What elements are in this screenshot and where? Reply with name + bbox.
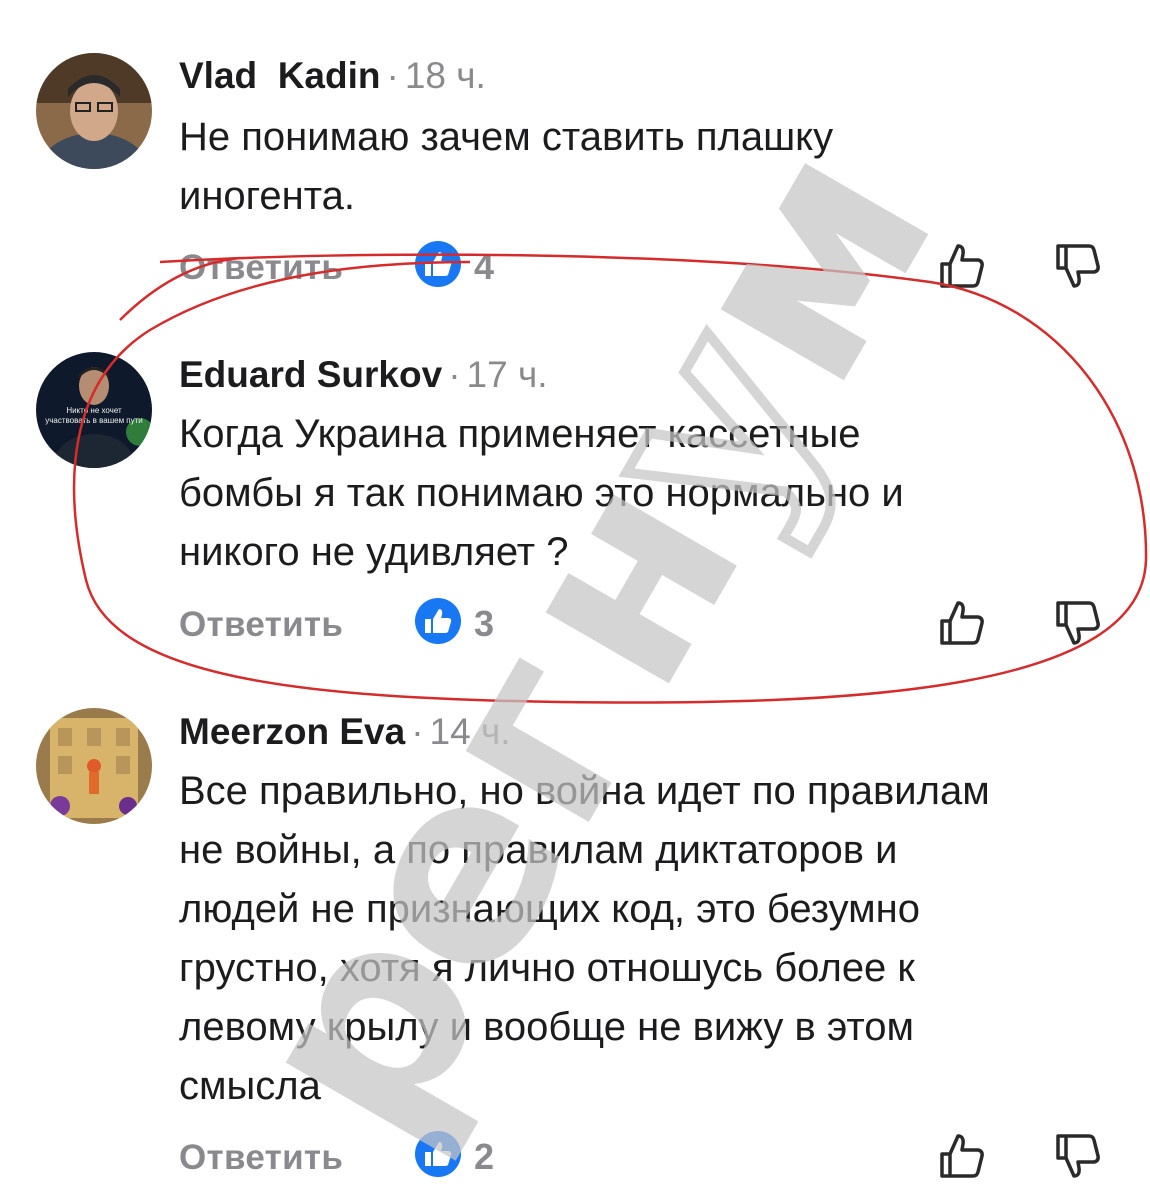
author-name[interactable]: Meerzon Eva	[179, 711, 405, 752]
comment-line: Не понимаю зачем ставить плашку	[179, 115, 834, 159]
separator: ·	[448, 354, 461, 395]
thumbs-up-outline-icon[interactable]	[936, 240, 988, 292]
comment-line: не войны, а по правилам диктаторов и	[179, 828, 898, 872]
comment-header: Meerzon Eva · 14 ч.	[179, 711, 511, 753]
comment-line: смысла	[179, 1064, 321, 1108]
thumbs-down-outline-icon[interactable]	[1052, 597, 1104, 649]
comment-actions: Ответить 3	[0, 597, 1150, 657]
like-count: 3	[474, 603, 495, 644]
reply-button[interactable]: Ответить	[179, 1138, 343, 1178]
avatar[interactable]	[36, 708, 152, 824]
comment-text: Когда Украина применяет кассетные бомбы …	[179, 405, 1119, 582]
comment-line: людей не признающих код, это безумно	[179, 887, 920, 931]
author-name[interactable]: Eduard Surkov	[179, 354, 442, 395]
comment-header: Vlad Kadin · 18 ч.	[179, 55, 486, 97]
thumbs-down-outline-icon[interactable]	[1052, 1130, 1104, 1182]
comment-line: Когда Украина применяет кассетные	[179, 412, 861, 456]
separator: ·	[386, 55, 399, 96]
comment-text: Не понимаю зачем ставить плашку иногента…	[179, 108, 1119, 226]
like-count: 2	[474, 1136, 495, 1177]
comment-line: левому крылу и вообще не вижу в этом	[179, 1005, 914, 1049]
separator: ·	[411, 711, 424, 752]
comment-actions: Ответить 2	[0, 1130, 1150, 1190]
comment-line: грустно, хотя я лично отношусь более к	[179, 946, 915, 990]
comment-actions: Ответить 4	[0, 240, 1150, 300]
comment-header: Eduard Surkov · 17 ч.	[179, 354, 548, 396]
author-name[interactable]: Vlad Kadin	[179, 55, 380, 96]
reply-button[interactable]: Ответить	[179, 605, 343, 645]
timestamp: 14 ч.	[429, 711, 511, 752]
timestamp: 18 ч.	[404, 55, 486, 96]
thumbs-up-icon	[414, 240, 462, 288]
like-count: 4	[474, 246, 495, 287]
comment-line: иногента.	[179, 174, 355, 218]
comment-line: никого не удивляет ?	[179, 530, 569, 574]
avatar[interactable]	[36, 53, 152, 169]
comment-text: Все правильно, но война идет по правилам…	[179, 762, 1119, 1116]
thumbs-up-outline-icon[interactable]	[936, 1130, 988, 1182]
thumbs-up-icon	[414, 1130, 462, 1178]
avatar-caption: Никто не хочет участвовать в вашем пути	[45, 406, 143, 425]
reply-button[interactable]: Ответить	[179, 248, 343, 288]
avatar[interactable]: Никто не хочет участвовать в вашем пути	[36, 352, 152, 468]
thumbs-up-icon	[414, 597, 462, 645]
comment-line: Все правильно, но война идет по правилам	[179, 769, 990, 813]
thumbs-down-outline-icon[interactable]	[1052, 240, 1104, 292]
comment-line: бомбы я так понимаю это нормально и	[179, 471, 904, 515]
thumbs-up-outline-icon[interactable]	[936, 597, 988, 649]
timestamp: 17 ч.	[466, 354, 548, 395]
